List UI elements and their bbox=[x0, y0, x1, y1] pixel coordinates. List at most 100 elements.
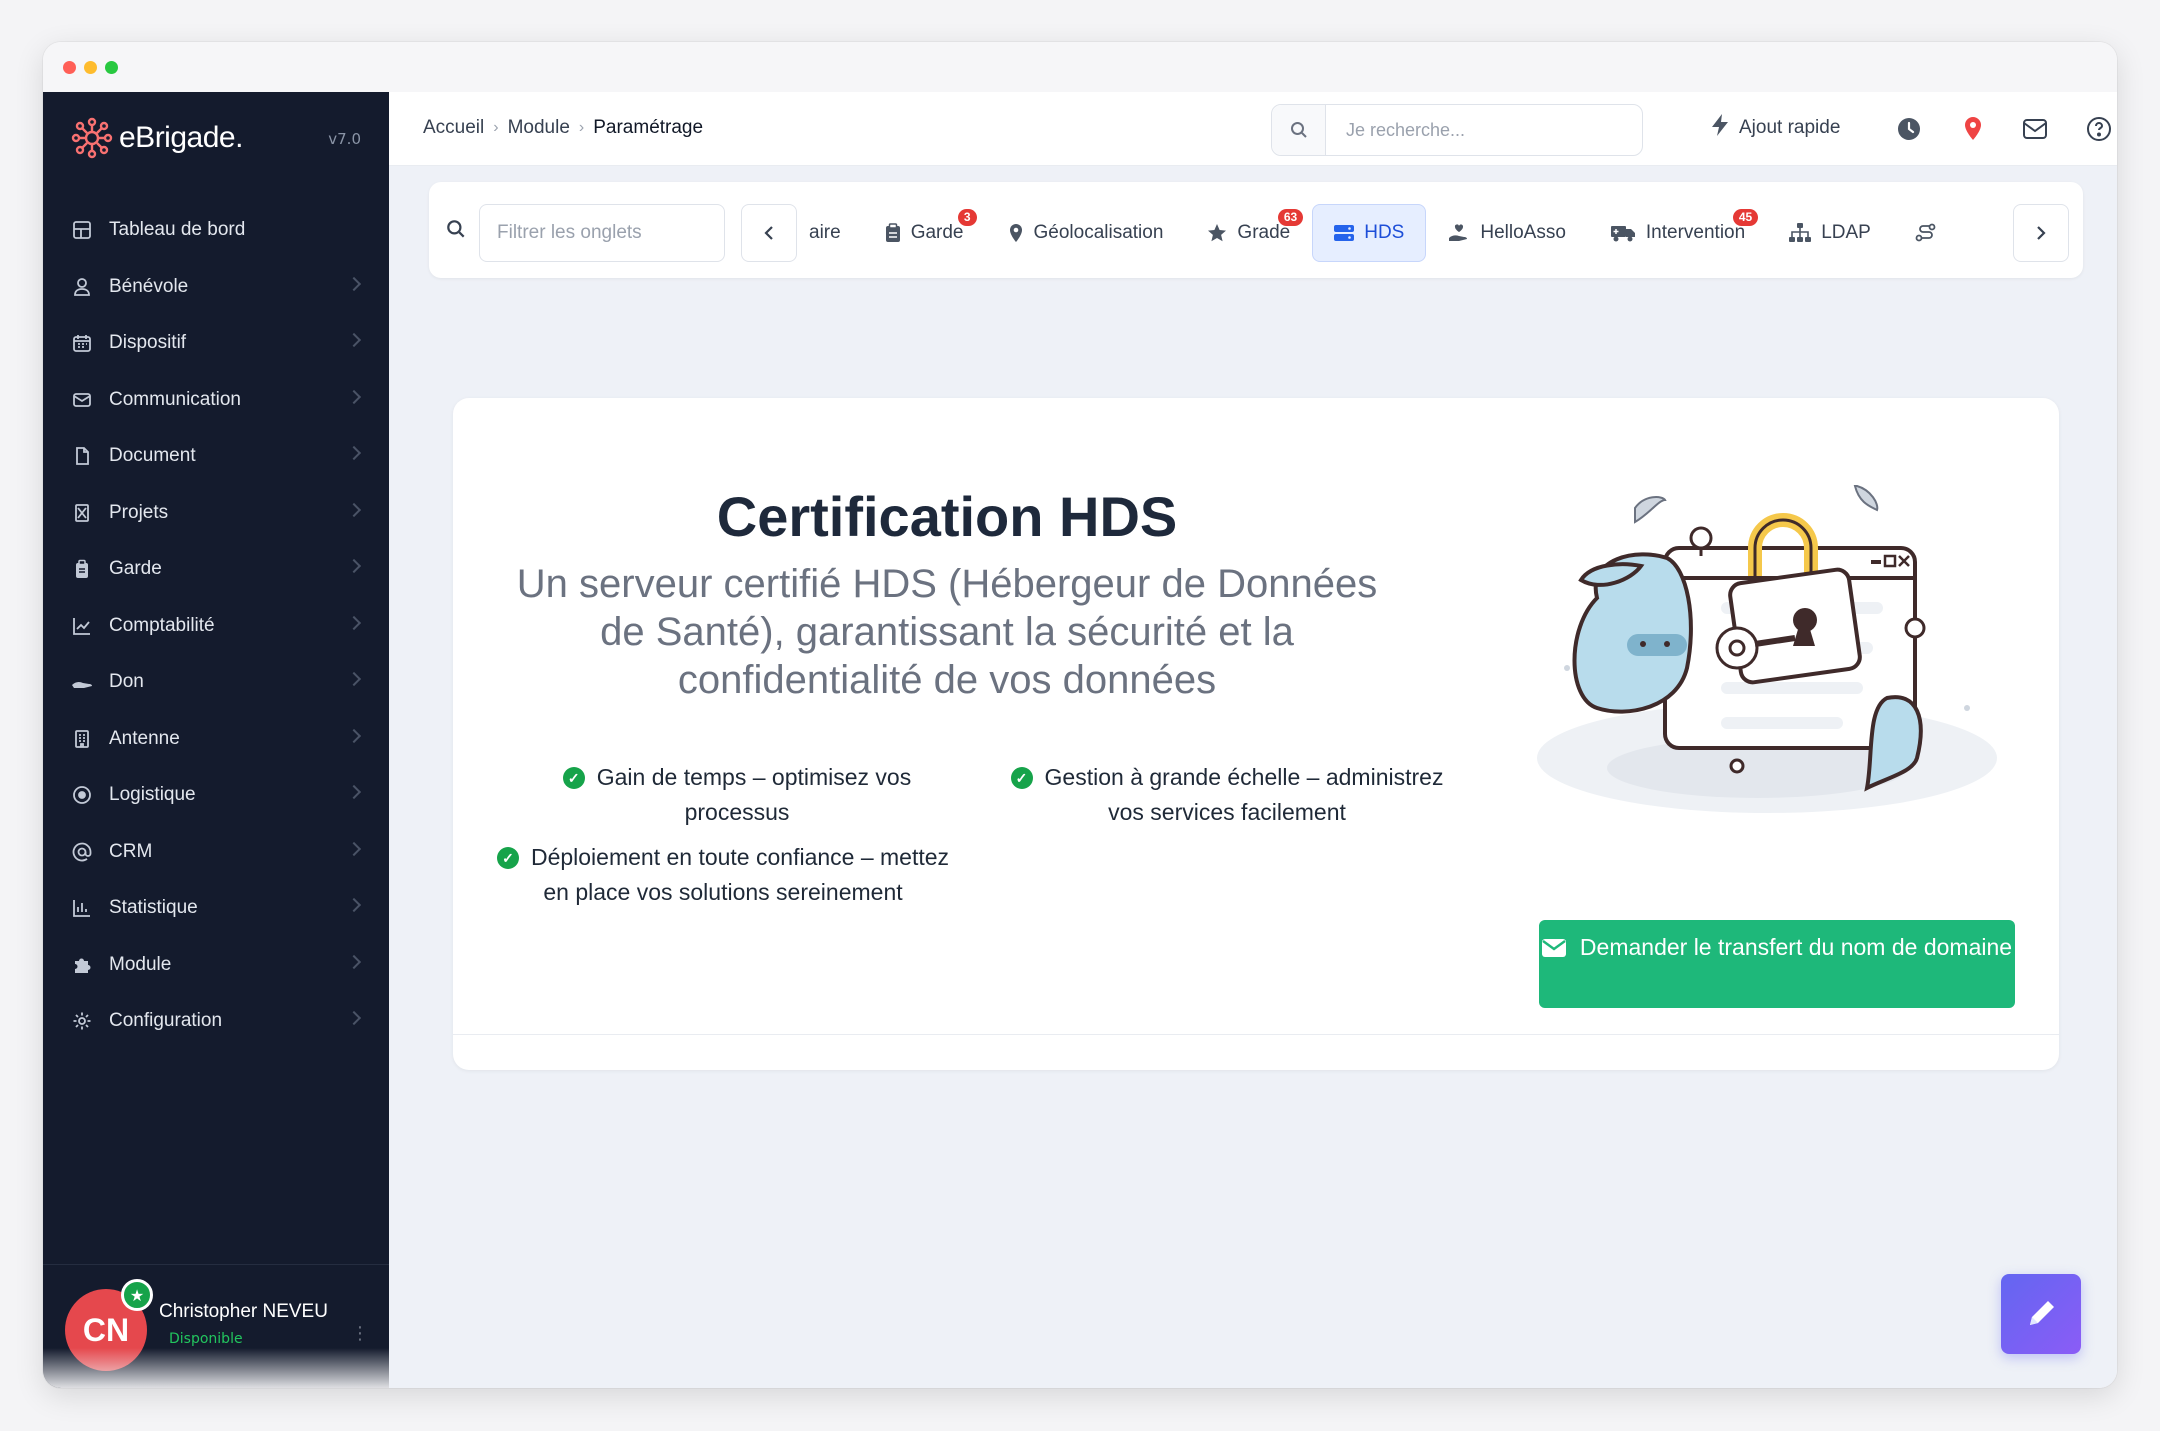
sidebar: eBrigade. v7.0 Tableau de bord Bénévole … bbox=[43, 92, 389, 1388]
sidebar-item-label: Configuration bbox=[109, 1010, 223, 1032]
minimize-window-button[interactable] bbox=[84, 61, 97, 74]
search-input[interactable] bbox=[1346, 119, 1616, 141]
chevron-right-icon bbox=[346, 558, 362, 574]
sidebar-item-module[interactable]: Module bbox=[43, 937, 389, 994]
tab-label: aire bbox=[809, 222, 841, 243]
sidebar-item-label: Garde bbox=[109, 558, 162, 580]
tab-garde[interactable]: Garde 3 bbox=[863, 204, 986, 262]
sidebar-item-benevole[interactable]: Bénévole bbox=[43, 259, 389, 316]
page-subtitle: Un serveur certifié HDS (Hébergeur de Do… bbox=[516, 562, 1378, 702]
bolt-icon bbox=[1711, 114, 1729, 142]
sidebar-item-don[interactable]: Don bbox=[43, 654, 389, 711]
tab-badge: 45 bbox=[1732, 209, 1759, 226]
tab-label: HelloAsso bbox=[1480, 222, 1566, 243]
check-circle-icon: ✓ bbox=[496, 847, 519, 869]
chevron-right-icon bbox=[346, 276, 362, 291]
edit-fab-button[interactable] bbox=[2001, 1274, 2081, 1354]
tab-label: Intervention bbox=[1645, 222, 1746, 243]
chevron-left-icon bbox=[764, 226, 773, 240]
sidebar-item-tableau-de-bord[interactable]: Tableau de bord bbox=[43, 202, 389, 259]
app-version: v7.0 bbox=[328, 130, 361, 148]
page-title: Certification HDS bbox=[716, 485, 1178, 548]
sidebar-item-label: Module bbox=[109, 953, 172, 975]
breadcrumb-module[interactable]: Module bbox=[508, 117, 570, 139]
tab-filter-input[interactable] bbox=[479, 204, 725, 262]
feature-item: ✓ Gestion à grande échelle – administrez … bbox=[1007, 760, 1447, 830]
card-footer bbox=[453, 1034, 2059, 1070]
feature-text: Gain de temps – optimisez vos processus bbox=[596, 764, 912, 825]
clock-icon[interactable] bbox=[1895, 115, 1923, 143]
sidebar-item-comptabilite[interactable]: Comptabilité bbox=[43, 598, 389, 655]
mail-icon[interactable] bbox=[2021, 115, 2049, 143]
sidebar-item-projets[interactable]: Projets bbox=[43, 485, 389, 542]
hds-card: Certification HDS Un serveur certifié HD… bbox=[453, 398, 2059, 1070]
tab-label: HDS bbox=[1364, 222, 1405, 243]
sidebar-item-logistique[interactable]: Logistique bbox=[43, 767, 389, 824]
feature-item: ✓ Gain de temps – optimisez vos processus bbox=[517, 760, 957, 830]
puzzle-icon bbox=[71, 954, 93, 976]
target-icon bbox=[71, 784, 93, 806]
file-icon bbox=[71, 445, 93, 467]
sidebar-item-label: Document bbox=[109, 445, 196, 467]
clipboard-icon bbox=[885, 223, 901, 243]
more-vertical-icon[interactable]: ⋮ bbox=[351, 1323, 369, 1344]
search-icon[interactable] bbox=[1272, 105, 1326, 155]
tab-ldap[interactable]: LDAP bbox=[1767, 204, 1893, 262]
sidebar-item-communication[interactable]: Communication bbox=[43, 372, 389, 429]
user-icon bbox=[71, 276, 93, 298]
sidebar-item-dispositif[interactable]: Dispositif bbox=[43, 315, 389, 372]
at-icon bbox=[71, 841, 93, 863]
close-window-button[interactable] bbox=[63, 61, 76, 74]
tabs-prev-button[interactable] bbox=[741, 204, 797, 262]
help-icon[interactable] bbox=[2085, 115, 2113, 143]
feature-text: Gestion à grande échelle – administrez v… bbox=[1044, 764, 1444, 825]
dashboard-icon bbox=[71, 219, 93, 241]
tab-geolocalisation[interactable]: Géolocalisation bbox=[986, 204, 1186, 262]
tab-intervention[interactable]: Intervention 45 bbox=[1588, 204, 1767, 262]
user-profile[interactable]: CN ★ Christopher NEVEU Disponible ⋮ bbox=[43, 1264, 389, 1388]
quick-add-button[interactable]: Ajout rapide bbox=[1711, 114, 1840, 142]
sidebar-item-crm[interactable]: CRM bbox=[43, 824, 389, 881]
request-domain-transfer-button[interactable]: Demander le transfert du nom de domaine bbox=[1539, 920, 2015, 1008]
global-search bbox=[1271, 104, 1643, 156]
hand-heart-icon bbox=[1448, 223, 1470, 243]
sidebar-item-label: Don bbox=[109, 671, 144, 693]
breadcrumb-current: Paramétrage bbox=[593, 117, 704, 138]
sidebar-item-statistique[interactable]: Statistique bbox=[43, 880, 389, 937]
feature-text: Déploiement en toute confiance – mettez … bbox=[530, 844, 950, 905]
sidebar-item-configuration[interactable]: Configuration bbox=[43, 993, 389, 1050]
tabs-next-button[interactable] bbox=[2013, 204, 2069, 262]
sidebar-item-garde[interactable]: Garde bbox=[43, 541, 389, 598]
map-pin-icon[interactable] bbox=[1959, 115, 1987, 143]
tab-next-partial[interactable] bbox=[1893, 204, 1969, 262]
tab-label: LDAP bbox=[1821, 222, 1871, 243]
sidebar-item-label: Logistique bbox=[109, 784, 196, 806]
sidebar-item-antenne[interactable]: Antenne bbox=[43, 711, 389, 768]
tab-grade[interactable]: Grade 63 bbox=[1185, 204, 1312, 262]
breadcrumb-accueil[interactable]: Accueil bbox=[423, 117, 484, 139]
bar-chart-icon bbox=[71, 897, 93, 919]
feature-item: ✓ Déploiement en toute confiance – mettez… bbox=[483, 840, 963, 910]
tab-hds[interactable]: HDS bbox=[1312, 204, 1427, 262]
truck-icon bbox=[1610, 223, 1636, 243]
chevron-right-icon bbox=[346, 615, 362, 630]
user-name: Christopher NEVEU bbox=[159, 1301, 328, 1322]
app-logo[interactable]: eBrigade. bbox=[71, 116, 243, 160]
chevron-right-icon bbox=[346, 1010, 362, 1026]
sitemap-icon bbox=[1789, 223, 1812, 243]
hand-icon bbox=[71, 671, 93, 693]
chart-line-icon bbox=[71, 615, 93, 637]
sidebar-item-document[interactable]: Document bbox=[43, 428, 389, 485]
tab-helloasso[interactable]: HelloAsso bbox=[1426, 204, 1588, 262]
chevron-right-icon bbox=[346, 728, 362, 743]
breadcrumb-separator: › bbox=[578, 119, 585, 136]
chevron-right-icon bbox=[346, 332, 362, 348]
tabs-track: aire Garde 3 Géolocalisation Grade 63 HD… bbox=[801, 204, 1969, 262]
tab-partial[interactable]: aire bbox=[801, 204, 863, 262]
maximize-window-button[interactable] bbox=[105, 61, 118, 74]
tab-badge: 3 bbox=[957, 209, 977, 226]
user-status: Disponible bbox=[169, 1331, 243, 1347]
window-titlebar bbox=[43, 42, 2117, 92]
clipboard-icon bbox=[71, 558, 93, 580]
sidebar-item-label: CRM bbox=[109, 840, 153, 862]
